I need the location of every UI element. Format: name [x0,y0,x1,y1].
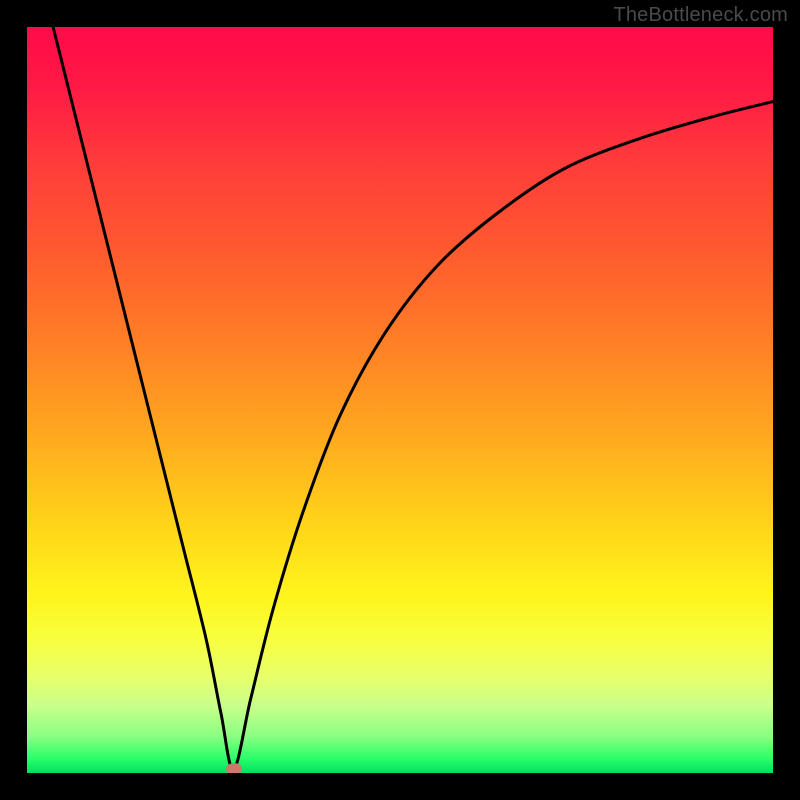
minimum-marker [226,763,242,773]
chart-plot-area [27,27,773,773]
bottleneck-curve-path [53,27,773,769]
bottleneck-curve-svg [27,27,773,773]
attribution-text: TheBottleneck.com [613,4,788,27]
